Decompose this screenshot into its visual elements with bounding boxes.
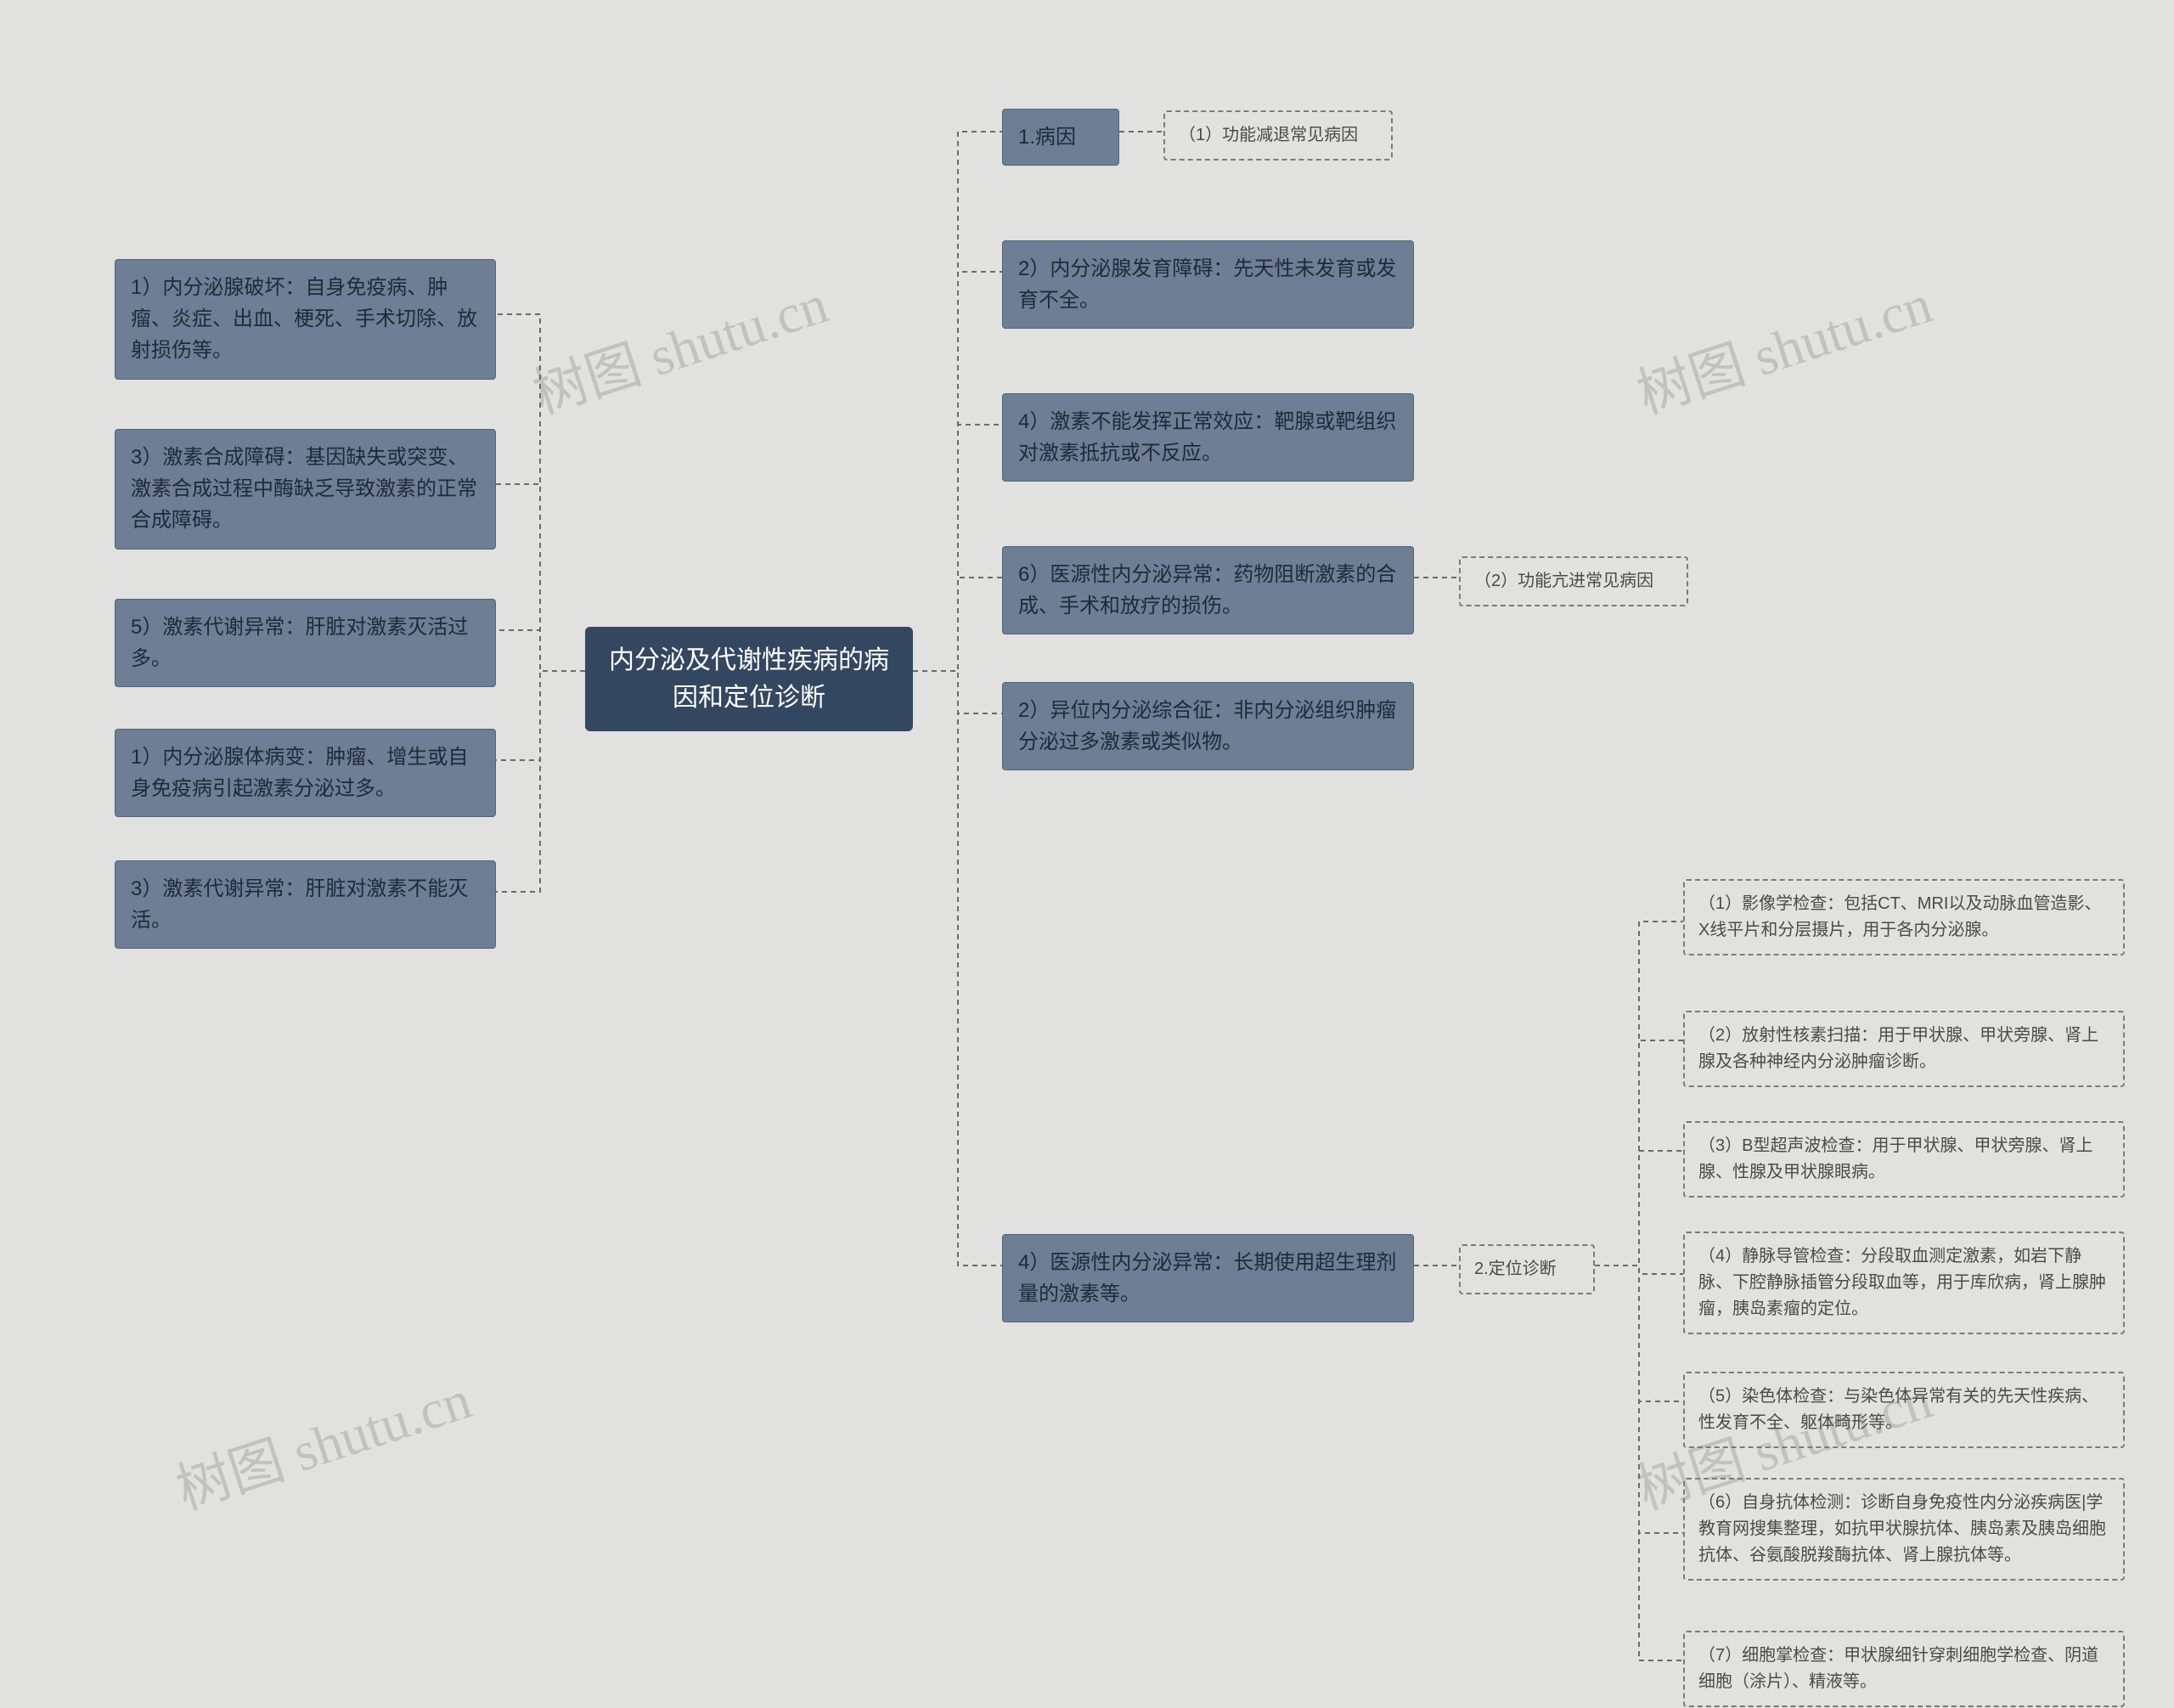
diag-node-6-text: （6）自身抗体检测：诊断自身免疫性内分泌疾病医|学教育网搜集整理，如抗甲状腺抗体…	[1698, 1493, 2106, 1564]
right-node-cause-text: 1.病因	[1018, 126, 1076, 149]
right-node-6[interactable]: 4）医源性内分泌异常：长期使用超生理剂量的激素等。	[1002, 1234, 1414, 1322]
watermark: 树图 shutu.cn	[522, 261, 836, 429]
watermark: 树图 shutu.cn	[1626, 261, 1940, 429]
right-node-4-sub[interactable]: （2）功能亢进常见病因	[1459, 556, 1688, 606]
central-topic[interactable]: 内分泌及代谢性疾病的病 因和定位诊断	[585, 627, 913, 731]
left-node-4-text: 1）内分泌腺体病变：肿瘤、增生或自身免疫病引起激素分泌过多。	[131, 746, 468, 800]
left-node-1-text: 1）内分泌腺破坏：自身免疫病、肿瘤、炎症、出血、梗死、手术切除、放射损伤等。	[131, 276, 477, 362]
right-node-5-text: 2）异位内分泌综合征：非内分泌组织肿瘤分泌过多激素或类似物。	[1018, 699, 1396, 753]
left-node-5[interactable]: 3）激素代谢异常：肝脏对激素不能灭活。	[115, 860, 496, 949]
right-node-location-diag-text: 2.定位诊断	[1474, 1260, 1557, 1278]
left-node-3[interactable]: 5）激素代谢异常：肝脏对激素灭活过多。	[115, 599, 496, 687]
right-node-3[interactable]: 4）激素不能发挥正常效应：靶腺或靶组织对激素抵抗或不反应。	[1002, 393, 1414, 482]
diag-node-1-text: （1）影像学检查：包括CT、MRI以及动脉血管造影、X线平片和分层摄片，用于各内…	[1698, 894, 2101, 939]
right-node-4[interactable]: 6）医源性内分泌异常：药物阻断激素的合成、手术和放疗的损伤。	[1002, 546, 1414, 634]
right-node-cause-sub1-text: （1）功能减退常见病因	[1179, 126, 1358, 144]
right-node-location-diag[interactable]: 2.定位诊断	[1459, 1244, 1595, 1294]
right-node-6-text: 4）医源性内分泌异常：长期使用超生理剂量的激素等。	[1018, 1251, 1396, 1305]
diag-node-2-text: （2）放射性核素扫描：用于甲状腺、甲状旁腺、肾上腺及各种神经内分泌肿瘤诊断。	[1698, 1026, 2098, 1071]
diag-node-1[interactable]: （1）影像学检查：包括CT、MRI以及动脉血管造影、X线平片和分层摄片，用于各内…	[1683, 879, 2125, 955]
left-node-5-text: 3）激素代谢异常：肝脏对激素不能灭活。	[131, 877, 468, 932]
left-node-2-text: 3）激素合成障碍：基因缺失或突变、激素合成过程中酶缺乏导致激素的正常合成障碍。	[131, 446, 477, 532]
left-node-4[interactable]: 1）内分泌腺体病变：肿瘤、增生或自身免疫病引起激素分泌过多。	[115, 729, 496, 817]
watermark: 树图 shutu.cn	[166, 1356, 480, 1525]
left-node-3-text: 5）激素代谢异常：肝脏对激素灭活过多。	[131, 616, 468, 670]
diag-node-5-text: （5）染色体检查：与染色体异常有关的先天性疾病、性发育不全、躯体畸形等。	[1698, 1387, 2098, 1432]
diag-node-2[interactable]: （2）放射性核素扫描：用于甲状腺、甲状旁腺、肾上腺及各种神经内分泌肿瘤诊断。	[1683, 1011, 2125, 1087]
right-node-5[interactable]: 2）异位内分泌综合征：非内分泌组织肿瘤分泌过多激素或类似物。	[1002, 682, 1414, 770]
diag-node-6[interactable]: （6）自身抗体检测：诊断自身免疫性内分泌疾病医|学教育网搜集整理，如抗甲状腺抗体…	[1683, 1478, 2125, 1581]
diag-node-3[interactable]: （3）B型超声波检查：用于甲状腺、甲状旁腺、肾上腺、性腺及甲状腺眼病。	[1683, 1121, 2125, 1198]
central-title: 内分泌及代谢性疾病的病 因和定位诊断	[609, 646, 889, 712]
right-node-4-sub-text: （2）功能亢进常见病因	[1474, 572, 1653, 590]
right-node-3-text: 4）激素不能发挥正常效应：靶腺或靶组织对激素抵抗或不反应。	[1018, 410, 1396, 465]
diag-node-5[interactable]: （5）染色体检查：与染色体异常有关的先天性疾病、性发育不全、躯体畸形等。	[1683, 1372, 2125, 1448]
right-node-4-text: 6）医源性内分泌异常：药物阻断激素的合成、手术和放疗的损伤。	[1018, 563, 1396, 617]
right-node-2[interactable]: 2）内分泌腺发育障碍：先天性未发育或发育不全。	[1002, 240, 1414, 329]
diag-node-3-text: （3）B型超声波检查：用于甲状腺、甲状旁腺、肾上腺、性腺及甲状腺眼病。	[1698, 1136, 2092, 1181]
left-node-2[interactable]: 3）激素合成障碍：基因缺失或突变、激素合成过程中酶缺乏导致激素的正常合成障碍。	[115, 429, 496, 550]
diag-node-4-text: （4）静脉导管检查：分段取血测定激素，如岩下静脉、下腔静脉插管分段取血等，用于库…	[1698, 1247, 2106, 1318]
diag-node-4[interactable]: （4）静脉导管检查：分段取血测定激素，如岩下静脉、下腔静脉插管分段取血等，用于库…	[1683, 1232, 2125, 1334]
left-node-1[interactable]: 1）内分泌腺破坏：自身免疫病、肿瘤、炎症、出血、梗死、手术切除、放射损伤等。	[115, 259, 496, 380]
right-node-cause-sub1[interactable]: （1）功能减退常见病因	[1163, 110, 1393, 161]
right-node-2-text: 2）内分泌腺发育障碍：先天性未发育或发育不全。	[1018, 257, 1396, 312]
diag-node-7[interactable]: （7）细胞掌检查：甲状腺细针穿刺细胞学检查、阴道细胞（涂片）、精液等。	[1683, 1631, 2125, 1707]
right-node-cause[interactable]: 1.病因	[1002, 109, 1119, 166]
diag-node-7-text: （7）细胞掌检查：甲状腺细针穿刺细胞学检查、阴道细胞（涂片）、精液等。	[1698, 1646, 2098, 1691]
